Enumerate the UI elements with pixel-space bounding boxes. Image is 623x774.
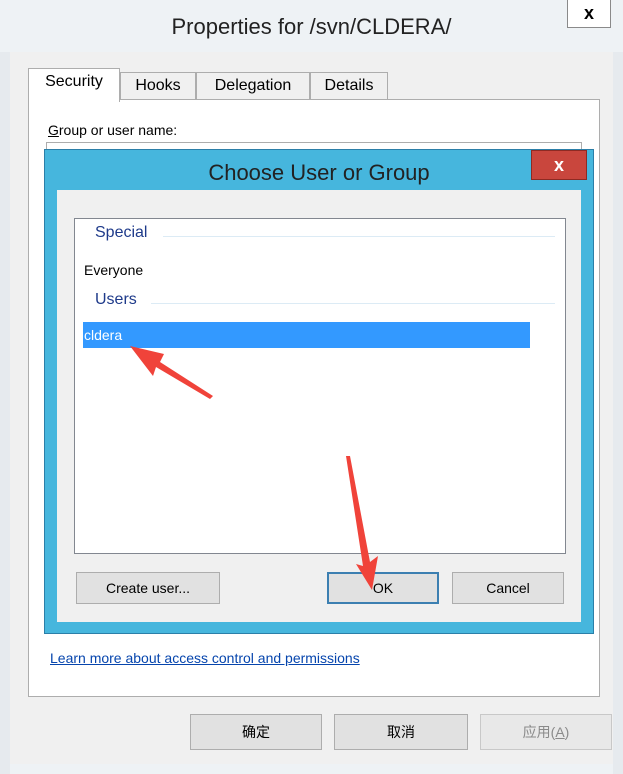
annotation-arrows xyxy=(130,346,378,590)
arrow-to-cldera xyxy=(130,346,213,399)
arrow-to-ok xyxy=(346,456,378,590)
